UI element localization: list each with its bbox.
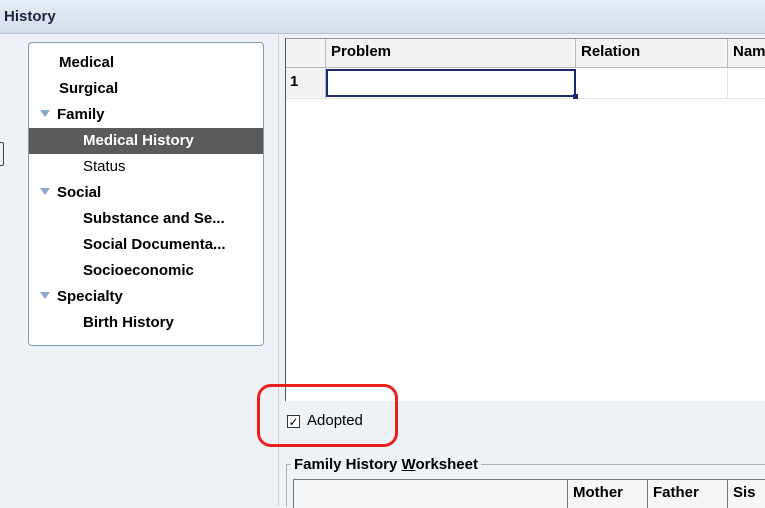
triangle-down-icon[interactable] xyxy=(40,292,50,299)
nav-item-label: Status xyxy=(83,158,126,175)
nav-item-specialty[interactable]: Specialty xyxy=(29,284,263,310)
window-titlebar: History xyxy=(0,0,765,34)
nav-item-family[interactable]: Family xyxy=(29,102,263,128)
nav-item-surgical[interactable]: Surgical xyxy=(29,76,263,102)
worksheet-title-prefix: Family History xyxy=(294,456,402,473)
history-nav-panel: Medical Surgical Family Medical History … xyxy=(28,42,264,346)
worksheet-header-father[interactable]: Father xyxy=(648,480,728,508)
name-cell[interactable] xyxy=(728,68,765,98)
column-header-name[interactable]: Nam xyxy=(728,39,765,67)
nav-item-social-documentation[interactable]: Social Documenta... xyxy=(29,232,263,258)
nav-item-label: Socioeconomic xyxy=(83,262,194,279)
nav-item-label: Substance and Se... xyxy=(83,210,225,227)
left-edge-bracket xyxy=(0,142,4,166)
nav-item-medical[interactable]: Medical xyxy=(29,50,263,76)
nav-item-label: Social xyxy=(57,184,102,201)
worksheet-header-sister[interactable]: Sis xyxy=(728,480,765,508)
relation-cell[interactable] xyxy=(576,68,728,98)
worksheet-header-mother[interactable]: Mother xyxy=(568,480,648,508)
nav-item-label: Medical xyxy=(59,54,115,71)
nav-item-status[interactable]: Status xyxy=(29,154,263,180)
nav-item-social[interactable]: Social xyxy=(29,180,263,206)
history-nav-tree: Medical Surgical Family Medical History … xyxy=(29,50,263,336)
worksheet-header-blank[interactable] xyxy=(294,480,568,508)
worksheet-title-mnemonic: W xyxy=(401,456,416,473)
triangle-down-icon[interactable] xyxy=(40,110,50,117)
nav-item-label: Surgical xyxy=(59,80,119,97)
column-header-problem[interactable]: Problem xyxy=(326,39,576,67)
nav-item-socioeconomic[interactable]: Socioeconomic xyxy=(29,258,263,284)
nav-item-medical-history[interactable]: Medical History xyxy=(29,128,263,154)
worksheet-title: Family History Worksheet xyxy=(291,456,481,473)
nav-item-label: Birth History xyxy=(83,314,174,331)
nav-item-label: Specialty xyxy=(57,288,123,305)
window-title: History xyxy=(4,8,56,25)
nav-item-label: Family xyxy=(57,106,105,123)
nav-item-birth-history[interactable]: Birth History xyxy=(29,310,263,336)
nav-item-substance[interactable]: Substance and Se... xyxy=(29,206,263,232)
problem-cell-editor[interactable] xyxy=(326,69,578,99)
column-header-relation[interactable]: Relation xyxy=(576,39,728,67)
medical-history-grid: Problem Relation Nam 1 xyxy=(285,38,765,401)
row-number[interactable]: 1 xyxy=(286,68,326,98)
worksheet-table: Mother Father Sis xyxy=(293,479,765,508)
grid-header: Problem Relation Nam xyxy=(286,39,765,68)
grid-corner-cell[interactable] xyxy=(286,39,326,67)
nav-item-label: Social Documenta... xyxy=(83,236,226,253)
annotation-highlight xyxy=(257,384,398,447)
nav-item-label: Medical History xyxy=(83,132,194,149)
worksheet-title-suffix: orksheet xyxy=(415,456,478,473)
table-row[interactable]: 1 xyxy=(286,68,765,99)
family-history-worksheet: Family History Worksheet Mother Father S… xyxy=(286,456,765,508)
triangle-down-icon[interactable] xyxy=(40,188,50,195)
